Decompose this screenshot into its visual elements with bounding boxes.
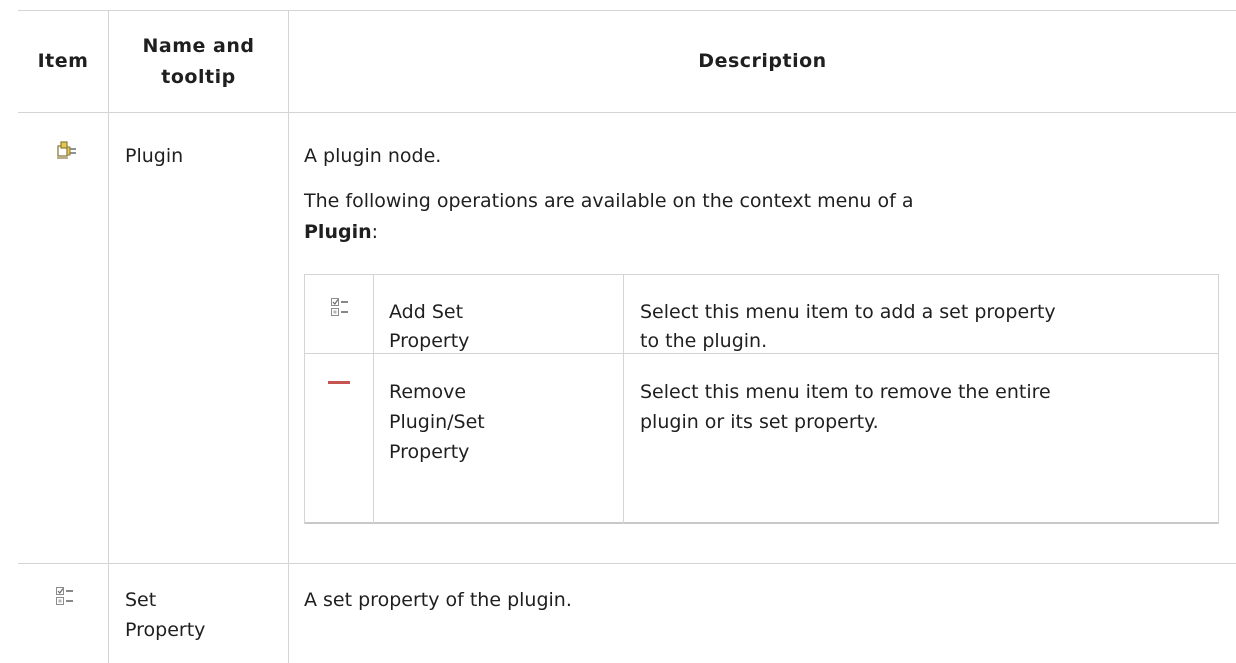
nested-left-border — [304, 274, 305, 524]
plugin-bold-term: Plugin — [304, 221, 372, 243]
plugin-icon — [56, 139, 78, 161]
nested-row2-name-line2: Plugin/Set — [389, 411, 485, 433]
header-item: Item — [37, 50, 89, 72]
row-plugin-desc-line1: A plugin node. — [304, 145, 442, 167]
nested-top-border — [304, 274, 1219, 275]
row-plugin-desc-line2: The following operations are available o… — [304, 190, 914, 212]
nested-col-divider-1 — [373, 274, 374, 524]
set-property-icon — [55, 586, 75, 606]
nested-row2-desc-line2: plugin or its set property. — [640, 411, 879, 433]
header-description: Description — [698, 50, 827, 72]
nested-row1-name-line1: Add Set — [389, 301, 464, 323]
nested-right-border — [1218, 274, 1219, 524]
nested-row1-desc-line1: Select this menu item to add a set prope… — [640, 301, 1056, 323]
header-name-line2: tooltip — [161, 66, 236, 88]
header-bottom-border — [18, 112, 1236, 113]
row-set-property-name-line2: Property — [125, 619, 206, 641]
row-set-property-name-line1: Set — [125, 589, 157, 611]
plugin-colon: : — [371, 221, 379, 243]
nested-row2-name-line3: Property — [389, 441, 470, 463]
nested-row1-name-line2: Property — [389, 330, 470, 352]
column-divider-name — [288, 10, 289, 663]
nested-row2-desc-line1: Select this menu item to remove the enti… — [640, 381, 1051, 403]
add-set-property-icon — [330, 297, 350, 317]
header-name-line1: Name and — [142, 35, 255, 57]
row-plugin-name: Plugin — [125, 145, 184, 167]
column-divider-item — [108, 10, 109, 663]
remove-icon — [328, 371, 350, 384]
nested-col-divider-2 — [623, 274, 624, 524]
nested-bottom-border — [304, 522, 1219, 524]
nested-row1-desc-line2: to the plugin. — [640, 330, 768, 352]
table-top-border — [18, 10, 1236, 11]
row-divider — [18, 563, 1236, 564]
row-plugin-desc-line3: Plugin: — [304, 218, 378, 246]
row-set-property-desc: A set property of the plugin. — [304, 589, 572, 611]
nested-row2-name-line1: Remove — [389, 381, 467, 403]
